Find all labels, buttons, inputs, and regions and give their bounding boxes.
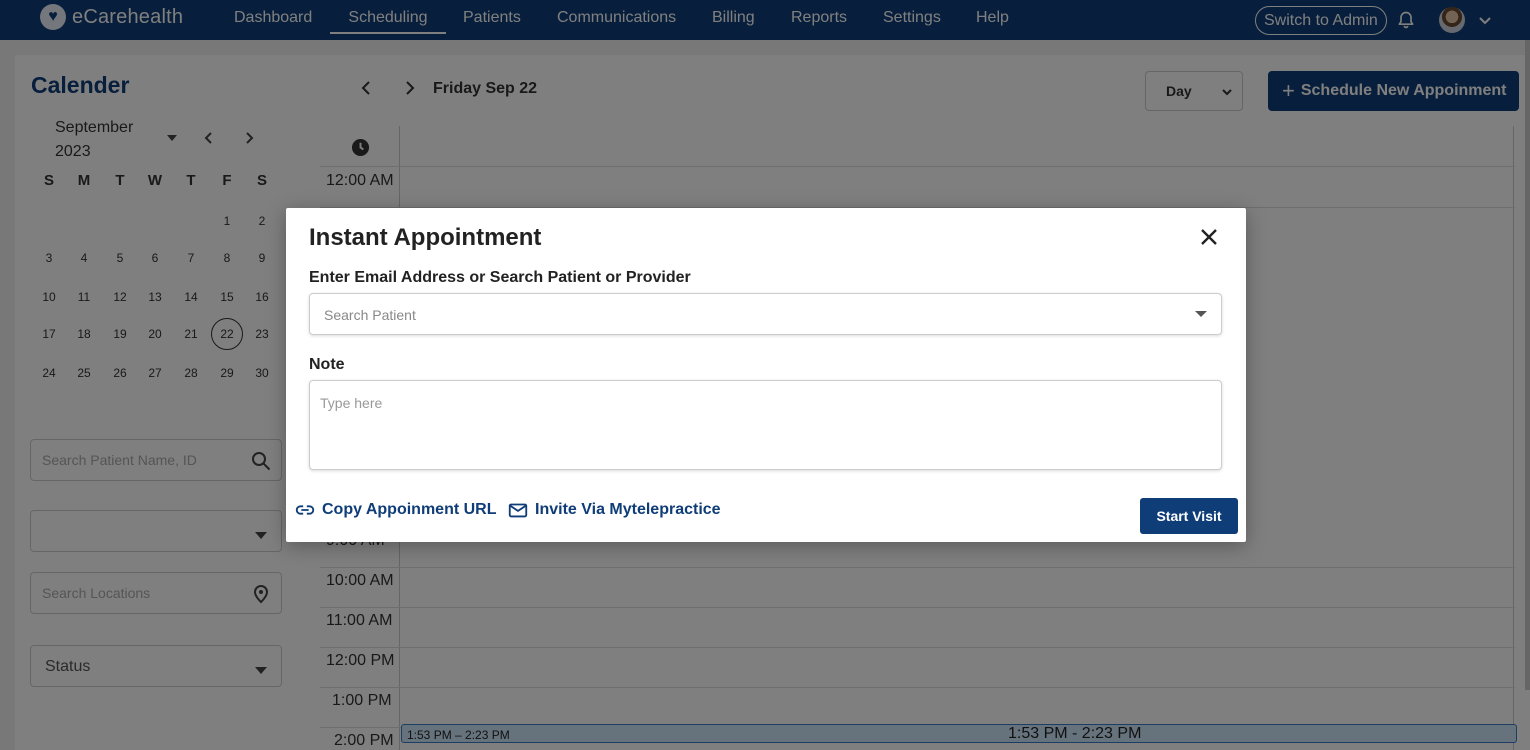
scrollbar[interactable] xyxy=(1525,40,1530,690)
patient-search-placeholder: Search Patient xyxy=(324,307,416,323)
invite-via-mytelepractice-link[interactable]: Invite Via Mytelepractice xyxy=(507,499,721,521)
mail-icon xyxy=(508,503,528,518)
instant-appointment-dialog: Instant Appointment Enter Email Address … xyxy=(286,208,1246,542)
copy-appointment-url-label: Copy Appoinment URL xyxy=(322,501,497,518)
note-label: Note xyxy=(309,356,345,373)
close-icon[interactable] xyxy=(1199,227,1219,247)
caret-down-icon xyxy=(1195,311,1207,317)
note-textarea[interactable] xyxy=(309,380,1222,470)
start-visit-button[interactable]: Start Visit xyxy=(1140,498,1238,534)
link-icon xyxy=(295,505,315,515)
invite-label: Invite Via Mytelepractice xyxy=(535,501,721,518)
patient-search-select[interactable]: Search Patient xyxy=(309,293,1222,335)
copy-appointment-url-link[interactable]: Copy Appoinment URL xyxy=(294,499,497,521)
dialog-title: Instant Appointment xyxy=(309,224,542,251)
search-field-label: Enter Email Address or Search Patient or… xyxy=(309,269,691,286)
